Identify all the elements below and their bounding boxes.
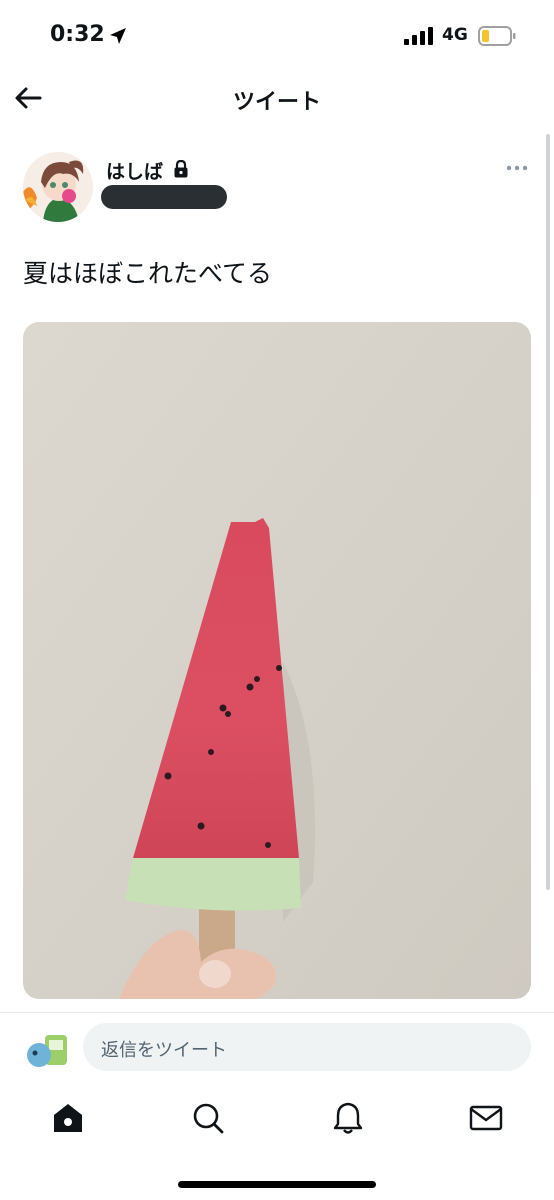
lock-icon xyxy=(174,160,188,178)
avatar[interactable] xyxy=(23,152,93,222)
redacted-handle xyxy=(101,185,227,209)
search-icon[interactable] xyxy=(190,1100,226,1136)
status-bar: 0:32 4G xyxy=(0,0,554,70)
tab-bar xyxy=(0,1082,554,1172)
bell-icon[interactable] xyxy=(330,1100,366,1136)
reply-input[interactable]: 返信をツイート xyxy=(83,1023,531,1071)
location-arrow-icon xyxy=(110,28,126,44)
home-indicator xyxy=(178,1181,376,1188)
status-time: 0:32 xyxy=(50,22,105,47)
nav-header: ツイート xyxy=(0,70,554,126)
home-icon[interactable] xyxy=(50,1100,86,1136)
reply-placeholder: 返信をツイート xyxy=(101,1040,227,1061)
tweet-text: 夏はほぼこれたべてる xyxy=(23,259,273,288)
tweet-media-image[interactable] xyxy=(23,322,531,999)
signal-icon xyxy=(404,27,433,45)
battery-icon xyxy=(478,26,516,46)
reply-user-avatar xyxy=(27,1035,67,1067)
reply-bar: 返信をツイート xyxy=(0,1012,554,1082)
user-display-name[interactable]: はしば xyxy=(106,157,163,184)
mail-icon[interactable] xyxy=(468,1100,504,1136)
more-options-icon[interactable] xyxy=(506,164,528,172)
network-type: 4G xyxy=(442,25,468,45)
scrollbar[interactable] xyxy=(546,134,550,890)
page-title: ツイート xyxy=(232,90,321,115)
